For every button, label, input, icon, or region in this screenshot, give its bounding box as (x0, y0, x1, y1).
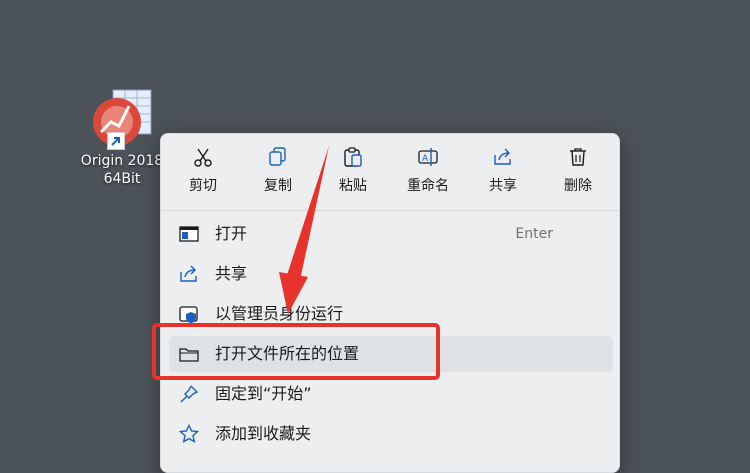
delete-label: 删除 (564, 178, 592, 194)
share-label: 共享 (489, 178, 517, 194)
menu-item-label: 打开 (215, 224, 248, 243)
star-icon (179, 424, 199, 443)
menu-item-label: 以管理员身份运行 (215, 304, 344, 323)
copy-button[interactable]: 复制 (243, 146, 313, 195)
rename-label: 重命名 (407, 178, 449, 194)
paste-icon (344, 147, 362, 167)
menu-item-share[interactable]: 共享 (169, 256, 613, 292)
open-window-icon (179, 226, 199, 242)
menu-item-label: 共享 (215, 264, 248, 283)
shortcut-arrow-icon (107, 132, 125, 150)
trash-icon (570, 148, 586, 166)
cut-button[interactable]: 剪切 (168, 146, 238, 195)
rename-button[interactable]: A 重命名 (393, 146, 463, 195)
menu-item-pin-to-start[interactable]: 固定到“开始” (169, 376, 613, 412)
share-icon (180, 265, 197, 282)
desktop-shortcut-origin[interactable]: Origin 2018 64Bit (72, 88, 172, 188)
delete-button[interactable]: 删除 (543, 146, 613, 195)
menu-item-label: 固定到“开始” (215, 384, 312, 403)
menu-item-add-to-favorites[interactable]: 添加到收藏夹 (169, 416, 613, 452)
shortcut-hint: Enter (515, 226, 553, 242)
context-menu: 剪切 复制 粘贴 A 重命名 共享 删除 打开 Enter 共享 以管理员身份运… (160, 133, 620, 473)
menu-item-label: 添加到收藏夹 (215, 424, 312, 443)
paste-button[interactable]: 粘贴 (318, 146, 388, 195)
quick-actions-bar: 剪切 复制 粘贴 A 重命名 共享 删除 (161, 134, 619, 211)
pin-icon (180, 385, 199, 403)
shortcut-label-line1: Origin 2018 (80, 153, 164, 169)
copy-icon (269, 147, 286, 166)
annotation-highlight-box (152, 323, 440, 380)
shield-icon (179, 306, 198, 323)
share-button[interactable]: 共享 (468, 146, 538, 195)
copy-label: 复制 (264, 178, 292, 194)
cut-label: 剪切 (189, 178, 217, 194)
svg-text:A: A (422, 154, 429, 164)
origin-app-icon (91, 88, 153, 150)
rename-icon: A (418, 148, 438, 166)
share-icon (494, 148, 511, 165)
menu-item-open[interactable]: 打开 Enter (169, 216, 613, 252)
scissors-icon (194, 148, 212, 167)
shortcut-label-line2: 64Bit (103, 171, 141, 187)
paste-label: 粘贴 (339, 178, 367, 194)
